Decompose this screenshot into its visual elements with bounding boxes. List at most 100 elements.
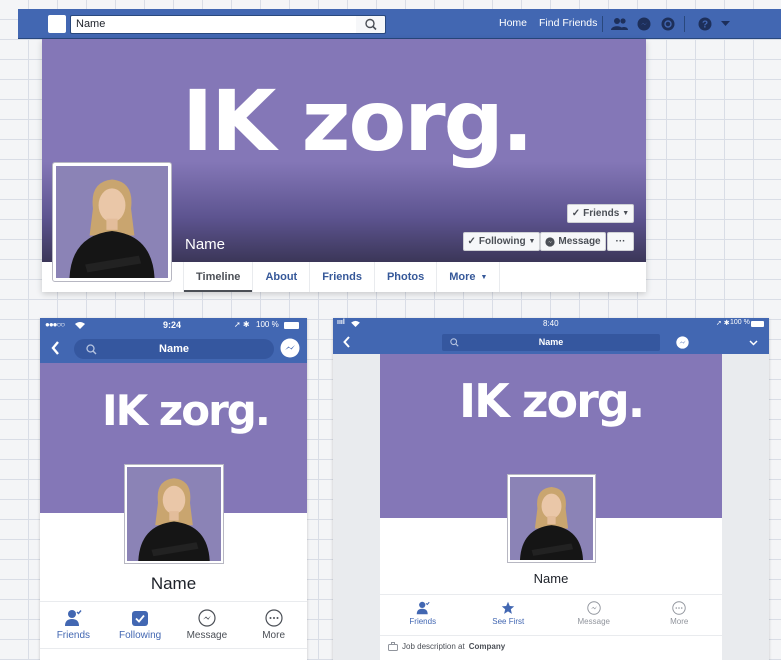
tablet-nav-bar: Name xyxy=(333,331,769,354)
messenger-icon[interactable] xyxy=(676,336,689,349)
messenger-icon xyxy=(198,609,216,627)
chevron-down-icon: ▼ xyxy=(622,210,630,217)
action-label: Friends xyxy=(409,617,437,626)
profile-name[interactable]: Name xyxy=(185,236,225,253)
nav-divider xyxy=(684,16,685,32)
search-field[interactable]: Name xyxy=(74,339,274,359)
cover-logo: IK zorg. xyxy=(102,386,271,435)
star-icon xyxy=(502,601,515,614)
search-icon xyxy=(450,338,459,347)
tablet-profile-view: ıııl 8:40 ➚ ✱ 100 % Name IK zorg. Name F… xyxy=(333,318,769,660)
back-icon[interactable] xyxy=(343,336,350,348)
profile-tabs: Timeline About Friends Photos More ▼ xyxy=(183,262,501,292)
ellipsis-icon xyxy=(672,601,686,615)
following-icon xyxy=(132,611,149,626)
messenger-icon[interactable] xyxy=(637,17,651,31)
messenger-icon xyxy=(587,601,601,615)
following-button-label: Following xyxy=(478,236,526,247)
briefcase-icon xyxy=(388,642,398,651)
tab-about[interactable]: About xyxy=(253,262,311,292)
home-link[interactable]: Home xyxy=(499,17,527,29)
status-time: 8:40 xyxy=(543,319,559,328)
profile-photo xyxy=(56,166,168,278)
action-label: See First xyxy=(492,617,525,626)
job-info-row: Job description at Company xyxy=(380,635,722,653)
chevron-down-icon: ▼ xyxy=(480,273,488,281)
message-action-button[interactable]: Message xyxy=(551,595,637,634)
location-bluetooth-icons: ➚ ✱ xyxy=(716,320,730,327)
nav-divider xyxy=(602,16,603,32)
action-label: Message xyxy=(577,617,610,626)
message-button-label: Message xyxy=(558,236,601,247)
ellipsis-icon xyxy=(265,609,283,627)
chevron-down-icon: ▼ xyxy=(528,238,536,245)
friends-icon xyxy=(416,601,430,615)
action-label: More xyxy=(262,630,286,641)
signal-strength: ıııl xyxy=(337,319,345,326)
profile-photo xyxy=(127,467,221,561)
job-company[interactable]: Company xyxy=(469,642,505,651)
status-time: 9:24 xyxy=(163,320,182,330)
action-label: More xyxy=(670,617,689,626)
message-button[interactable]: Message xyxy=(540,232,606,251)
search-input[interactable]: Name xyxy=(70,15,359,34)
mobile-nav-bar: Name xyxy=(40,333,307,363)
messenger-icon xyxy=(545,236,555,247)
search-title: Name xyxy=(159,343,189,355)
checkmark-icon: ✓ xyxy=(467,236,476,247)
more-action-button[interactable]: More xyxy=(637,595,723,634)
profile-picture[interactable] xyxy=(507,474,596,563)
signal-strength: ●●●○○ xyxy=(45,320,65,329)
search-icon xyxy=(365,18,377,31)
tab-label: Photos xyxy=(386,271,425,283)
back-icon[interactable] xyxy=(51,341,60,355)
profile-picture[interactable] xyxy=(124,464,224,564)
chevron-down-icon[interactable] xyxy=(749,340,758,346)
wifi-icon xyxy=(75,322,85,329)
tab-timeline[interactable]: Timeline xyxy=(184,262,254,292)
cover-logo: IK zorg. xyxy=(182,72,534,170)
profile-action-bar: Friends See First Message More xyxy=(380,594,722,634)
profile-picture[interactable] xyxy=(52,162,172,282)
notifications-icon[interactable] xyxy=(661,17,675,31)
more-action-button[interactable]: More xyxy=(240,602,307,648)
status-bar: ıııl 8:40 ➚ ✱ 100 % xyxy=(333,318,769,331)
search-button[interactable] xyxy=(356,15,386,34)
friends-icon xyxy=(65,610,82,626)
search-field[interactable]: Name xyxy=(442,334,660,351)
action-label: Message xyxy=(186,630,228,641)
see-first-action-button[interactable]: See First xyxy=(466,595,552,634)
tab-more[interactable]: More ▼ xyxy=(437,262,501,292)
help-icon[interactable]: ? xyxy=(698,17,712,31)
more-options-button[interactable]: ··· xyxy=(607,232,634,251)
tab-label: Friends xyxy=(322,271,362,283)
desktop-profile-card: IK zorg. Name ✓ Friends ▼ ✓ Following ▼ … xyxy=(42,39,646,292)
following-action-button[interactable]: Following xyxy=(107,602,174,648)
ellipsis-icon: ··· xyxy=(615,236,626,247)
wifi-icon xyxy=(351,320,360,327)
messenger-icon[interactable] xyxy=(280,338,300,358)
following-button[interactable]: ✓ Following ▼ xyxy=(463,232,540,251)
friend-requests-icon[interactable] xyxy=(611,17,628,31)
chevron-down-icon[interactable] xyxy=(721,21,730,27)
friends-button[interactable]: ✓ Friends ▼ xyxy=(567,204,634,223)
search-icon xyxy=(86,344,97,355)
tab-photos[interactable]: Photos xyxy=(375,262,438,292)
find-friends-link[interactable]: Find Friends xyxy=(539,17,597,29)
battery-icon xyxy=(284,322,299,329)
battery-percentage: 100 % xyxy=(256,320,279,329)
tab-friends[interactable]: Friends xyxy=(310,262,375,292)
svg-text:?: ? xyxy=(702,20,708,31)
profile-photo xyxy=(510,477,593,560)
action-label: Friends xyxy=(56,630,91,641)
facebook-logo[interactable] xyxy=(48,15,66,33)
top-navigation-bar: Name Home Find Friends ? xyxy=(18,9,781,39)
friends-action-button[interactable]: Friends xyxy=(380,595,466,634)
job-description: Job description at xyxy=(402,642,465,651)
tab-label: Timeline xyxy=(196,271,241,283)
profile-action-bar: Friends Following Message More xyxy=(40,601,307,649)
cover-logo: IK zorg. xyxy=(459,374,645,428)
message-action-button[interactable]: Message xyxy=(174,602,241,648)
friends-action-button[interactable]: Friends xyxy=(40,602,107,648)
tab-label: More xyxy=(449,271,476,283)
